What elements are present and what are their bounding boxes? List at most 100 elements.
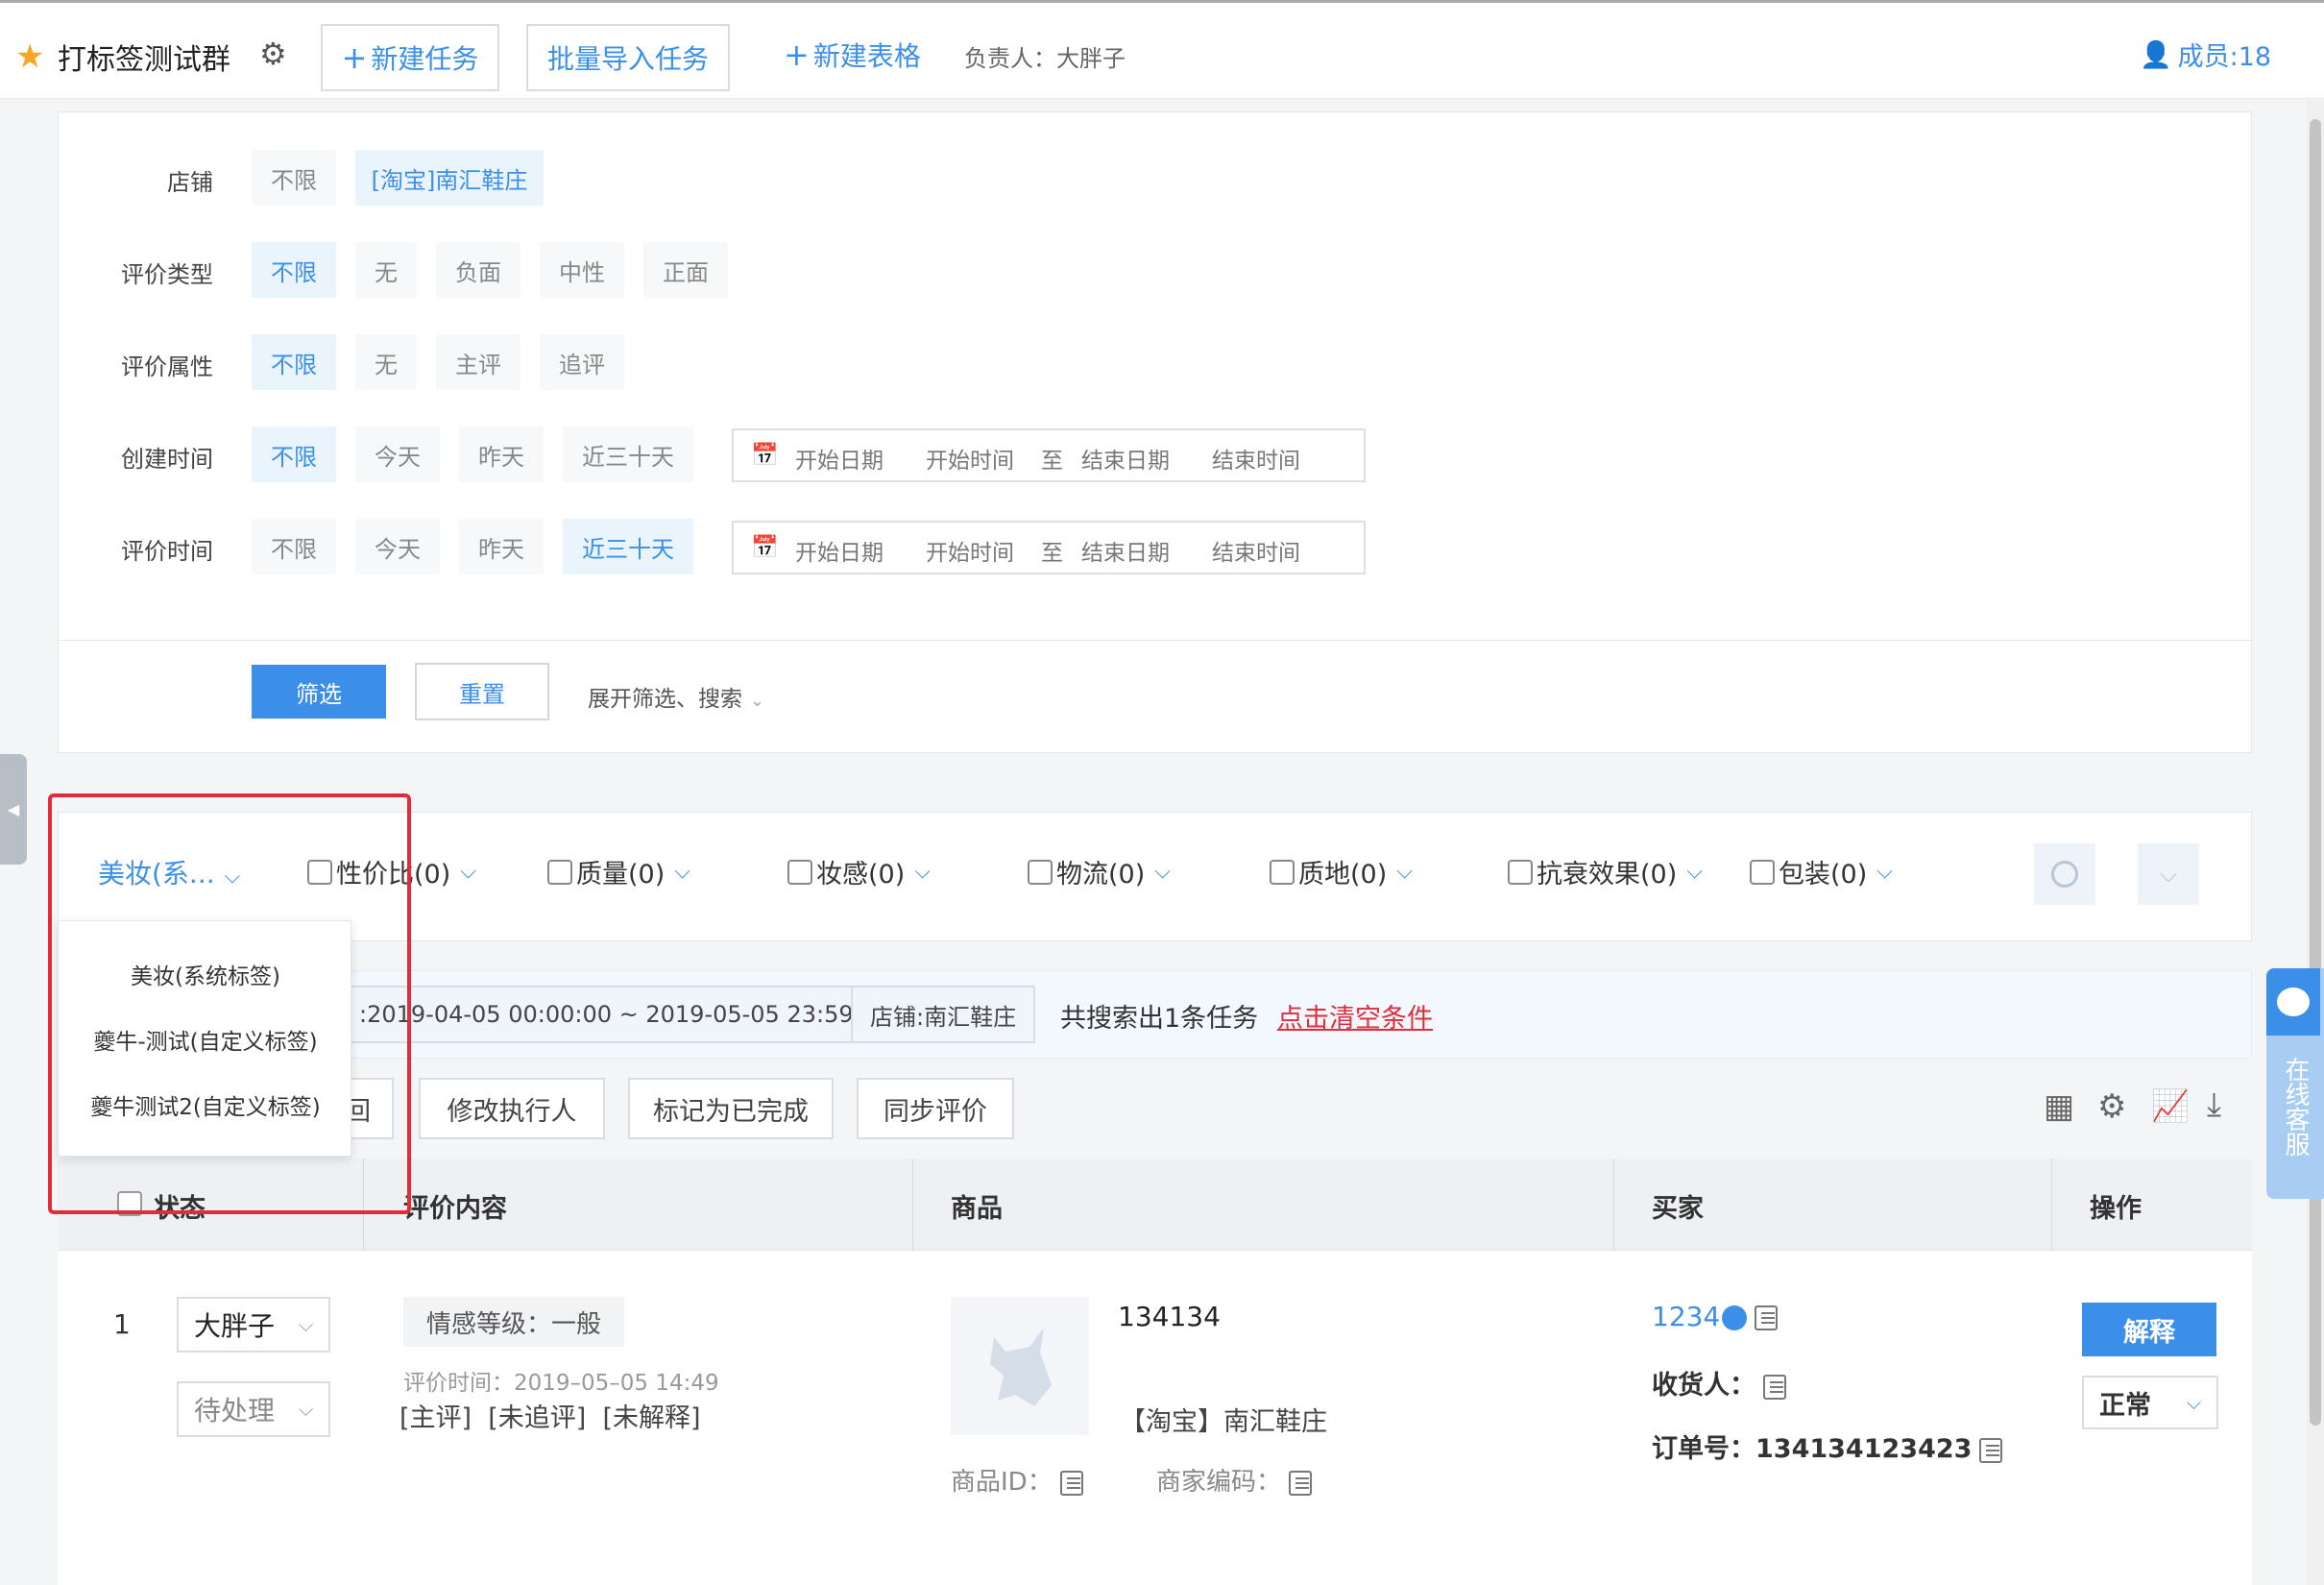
new-table-link[interactable]: + 新建表格 [784, 36, 921, 74]
checkbox[interactable] [1028, 859, 1053, 885]
online-support-widget[interactable]: 在线客服 [2266, 968, 2324, 1199]
grid-view-icon[interactable]: ▦ [2044, 1087, 2074, 1126]
buyer-name: 1234 [1652, 1301, 1779, 1332]
created-time-30days[interactable]: 近三十天 [563, 427, 693, 482]
copy-icon[interactable] [1289, 1470, 1313, 1496]
chevron-down-icon: ⌄ [750, 691, 765, 711]
chevron-down-icon[interactable]: ⌵ [914, 860, 931, 884]
sentiment-badge: 情感等级：一般 [403, 1297, 625, 1347]
new-task-button[interactable]: + 新建任务 [321, 24, 499, 91]
review-type-negative[interactable]: 负面 [436, 242, 520, 298]
tag-checkbox-antiaging[interactable]: 抗衰效果(0) ⌵ [1508, 853, 1703, 890]
review-type-neutral[interactable]: 中性 [540, 242, 624, 298]
review-time-label: 评价时间 [121, 538, 213, 565]
support-label: 在线客服 [2281, 1057, 2310, 1157]
group-title: 打标签测试群 [58, 43, 230, 77]
checkbox[interactable] [787, 859, 812, 885]
batch-import-button[interactable]: 批量导入任务 [526, 24, 730, 91]
product-thumbnail[interactable] [951, 1297, 1089, 1435]
members-link[interactable]: 👤 成员:18 [2140, 36, 2271, 73]
review-time-30days[interactable]: 近三十天 [563, 519, 693, 574]
col-actions: 操作 [2090, 1194, 2142, 1224]
product-name[interactable]: 134134 [1118, 1301, 1221, 1332]
col-divider [1613, 1158, 1614, 1251]
review-time-today[interactable]: 今天 [355, 519, 440, 574]
sync-review-button[interactable]: 同步评价 [857, 1078, 1014, 1139]
owner-label: 负责人：大胖子 [964, 45, 1126, 72]
copy-icon[interactable] [1755, 1305, 1779, 1330]
expand-tags-button[interactable]: ⌵ [2138, 843, 2199, 905]
reset-button[interactable]: 重置 [415, 663, 549, 720]
review-time-range-picker[interactable]: 📅 开始日期 开始时间 至 结束日期 结束时间 [732, 521, 1366, 574]
chevron-down-icon[interactable]: ⌵ [460, 860, 476, 884]
chevron-down-icon[interactable]: ⌵ [1686, 860, 1703, 884]
review-time-any[interactable]: 不限 [252, 519, 336, 574]
copy-icon[interactable] [1763, 1374, 1786, 1400]
store-option-any[interactable]: 不限 [252, 150, 336, 206]
chart-icon[interactable]: 📈 [2151, 1087, 2190, 1124]
checkbox[interactable] [1508, 859, 1533, 885]
clear-conditions-link[interactable]: 点击清空条件 [1277, 997, 1433, 1035]
scrollbar[interactable] [2307, 100, 2324, 1585]
col-buyer: 买家 [1652, 1194, 1704, 1224]
expand-filters-link[interactable]: 展开筛选、搜索 ⌄ [588, 680, 764, 713]
chat-icon[interactable] [1722, 1305, 1748, 1330]
tag-checkbox-logistics[interactable]: 物流(0) ⌵ [1028, 853, 1171, 890]
sidebar-toggle[interactable]: ◀ [0, 754, 27, 865]
search-icon[interactable] [2034, 843, 2095, 905]
chevron-down-icon: ⌵ [298, 1313, 313, 1336]
created-time-any[interactable]: 不限 [252, 427, 336, 482]
order-number: 订单号：134134123423 [1652, 1427, 2003, 1465]
receiver: 收货人： [1652, 1364, 1786, 1402]
settings-icon[interactable]: ⚙ [2097, 1087, 2126, 1126]
support-avatar-icon [2266, 968, 2320, 1036]
copy-icon[interactable] [1059, 1470, 1083, 1496]
row-index: 1 [113, 1308, 131, 1340]
star-icon[interactable]: ★ [15, 37, 44, 76]
change-executor-button[interactable]: 修改执行人 [419, 1078, 605, 1139]
chevron-down-icon[interactable]: ⌵ [1876, 860, 1893, 884]
checkbox[interactable] [1750, 859, 1775, 885]
review-time: 评价时间：2019–05–05 14:49 [403, 1371, 719, 1396]
tag-checkbox-quality[interactable]: 质量(0) ⌵ [547, 853, 690, 890]
status-select[interactable]: 待处理 ⌵ [177, 1381, 330, 1437]
checkbox[interactable] [1270, 859, 1295, 885]
store-option-nanhui[interactable]: [淘宝]南汇鞋庄 [355, 150, 544, 206]
created-time-range-picker[interactable]: 📅 开始日期 开始时间 至 结束日期 结束时间 [732, 428, 1366, 482]
review-attr-followup[interactable]: 追评 [540, 334, 624, 390]
review-attr-none[interactable]: 无 [355, 334, 417, 390]
review-type-none[interactable]: 无 [355, 242, 417, 298]
created-time-label: 创建时间 [121, 446, 213, 473]
filter-button[interactable]: 筛选 [252, 665, 386, 719]
checkbox[interactable] [547, 859, 572, 885]
gear-icon[interactable]: ⚙ [259, 36, 287, 72]
created-time-today[interactable]: 今天 [355, 427, 440, 482]
review-attr-main[interactable]: 主评 [436, 334, 520, 390]
col-review: 评价内容 [403, 1194, 507, 1224]
condition-chip-store[interactable]: 店铺:南汇鞋庄 [851, 986, 1036, 1043]
tag-checkbox-makeup[interactable]: 妆感(0) ⌵ [787, 853, 931, 890]
copy-icon[interactable] [1979, 1437, 2003, 1463]
product-store: 【淘宝】南汇鞋庄 [1120, 1407, 1327, 1437]
state-select[interactable]: 正常 ⌵ [2082, 1376, 2218, 1429]
chevron-down-icon[interactable]: ⌵ [674, 860, 690, 884]
top-bar: ★ 打标签测试群 ⚙ + 新建任务 批量导入任务 + 新建表格 负责人：大胖子 👤 成… [0, 0, 2324, 99]
review-attr-any[interactable]: 不限 [252, 334, 336, 390]
col-divider [912, 1158, 913, 1251]
review-type-label: 评价类型 [121, 261, 213, 288]
product-id: 商品ID： [951, 1462, 1083, 1498]
col-product: 商品 [951, 1194, 1003, 1224]
chevron-down-icon[interactable]: ⌵ [1154, 860, 1171, 884]
explain-button[interactable]: 解释 [2082, 1303, 2216, 1356]
chevron-down-icon[interactable]: ⌵ [1396, 860, 1413, 884]
review-type-any[interactable]: 不限 [252, 242, 336, 298]
review-type-positive[interactable]: 正面 [643, 242, 728, 298]
condition-chip-time[interactable]: :2019-04-05 00:00:00 ~ 2019-05-05 23:59:… [338, 986, 910, 1043]
assignee-select[interactable]: 大胖子 ⌵ [177, 1297, 330, 1353]
download-icon[interactable]: ⤓ [2207, 1085, 2221, 1124]
tag-checkbox-texture[interactable]: 质地(0) ⌵ [1270, 853, 1413, 890]
tag-checkbox-packaging[interactable]: 包装(0) ⌵ [1750, 853, 1893, 890]
created-time-yesterday[interactable]: 昨天 [459, 427, 544, 482]
review-time-yesterday[interactable]: 昨天 [459, 519, 544, 574]
mark-done-button[interactable]: 标记为已完成 [628, 1078, 834, 1139]
